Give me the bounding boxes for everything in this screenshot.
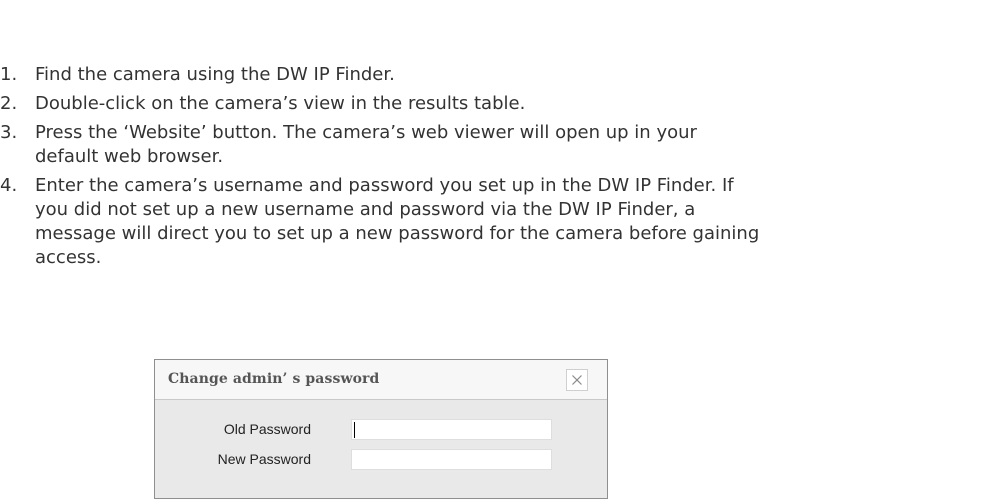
step-number: 3. (0, 122, 18, 143)
step-item: 4. Enter the camera’s username and passw… (0, 174, 760, 270)
step-item: 2. Double-click on the camera’s view in … (0, 92, 760, 116)
new-password-input[interactable] (351, 449, 552, 470)
instruction-steps: 1. Find the camera using the DW IP Finde… (0, 63, 760, 275)
step-number: 2. (0, 93, 18, 114)
step-text: Double-click on the camera’s view in the… (35, 93, 526, 114)
change-password-dialog: Change admin’ s password Old Password Ne… (154, 359, 608, 499)
text-caret (354, 422, 355, 438)
step-text: Press the ‘Website’ button. The camera’s… (35, 122, 697, 167)
step-item: 1. Find the camera using the DW IP Finde… (0, 63, 760, 87)
new-password-row: New Password (155, 449, 607, 471)
new-password-label: New Password (217, 451, 311, 467)
step-number: 1. (0, 64, 18, 85)
step-text: Enter the camera’s username and password… (35, 175, 760, 268)
old-password-label: Old Password (223, 421, 311, 437)
dialog-header: Change admin’ s password (155, 360, 607, 400)
dialog-title: Change admin’ s password (168, 371, 380, 387)
close-icon (572, 375, 582, 385)
old-password-row: Old Password (155, 419, 607, 441)
close-button[interactable] (566, 369, 588, 391)
step-text: Find the camera using the DW IP Finder. (35, 64, 395, 85)
step-number: 4. (0, 175, 18, 196)
step-item: 3. Press the ‘Website’ button. The camer… (0, 121, 760, 169)
old-password-input[interactable] (351, 419, 552, 440)
